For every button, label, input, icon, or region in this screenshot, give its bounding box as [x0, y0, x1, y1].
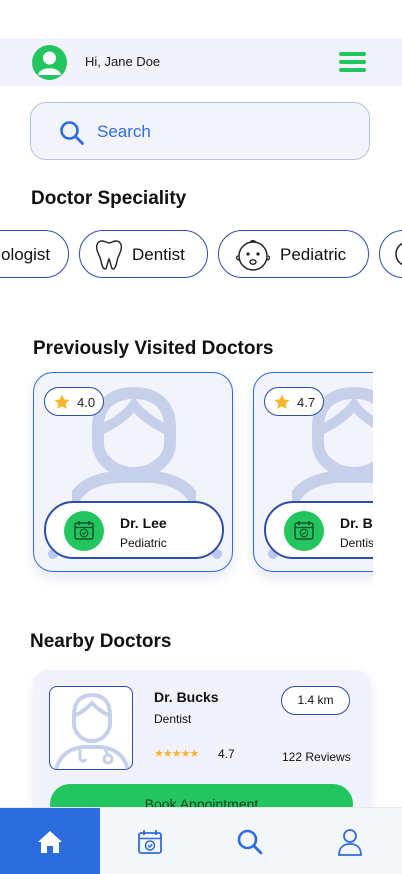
chip-label: Dentist — [132, 245, 185, 264]
calendar-button[interactable] — [64, 511, 104, 551]
rating-value: 4.0 — [77, 395, 96, 410]
nearby-doctors-title: Nearby Doctors — [30, 631, 172, 652]
doctor-speciality: Dentist — [154, 712, 192, 726]
doctor-name: Dr. Bucks — [154, 689, 219, 705]
speciality-chip-row[interactable]: ologist Dentist Pediatric — [0, 230, 402, 278]
speciality-title: Doctor Speciality — [31, 188, 187, 209]
bottom-navigation — [0, 807, 402, 874]
speciality-chip-dentist[interactable]: Dentist — [79, 230, 208, 278]
distance-badge: 1.4 km — [281, 686, 350, 715]
hamburger-menu-icon — [339, 52, 366, 56]
rating-badge: 4.7 — [264, 387, 324, 416]
nav-appointments[interactable] — [100, 808, 200, 874]
search-icon — [60, 121, 84, 145]
partial-chip-icon — [395, 242, 402, 266]
previous-doctors-title: Previously Visited Doctors — [33, 338, 274, 359]
doctor-stethoscope-icon — [54, 692, 130, 769]
rating-badge: 4.0 — [44, 387, 104, 416]
doctor-name: Dr. B — [340, 515, 373, 531]
doctor-photo — [49, 686, 133, 770]
menu-line — [339, 60, 366, 64]
doctor-card[interactable]: 4.0 Dr. Lee Pediatric — [33, 372, 233, 572]
home-icon — [38, 830, 62, 853]
star-rating-icon: ★★★★★ — [154, 748, 199, 760]
doctor-speciality: Dentis — [340, 536, 373, 550]
top-header: Hi, Jane Doe — [0, 38, 402, 86]
speciality-chip-cardiologist[interactable]: ologist — [0, 230, 69, 278]
nearby-doctor-card[interactable]: Dr. Bucks Dentist 1.4 km ★★★★★ 4.7 122 R… — [33, 670, 371, 830]
baby-icon — [235, 240, 271, 271]
menu-line — [339, 68, 366, 72]
reviews-count[interactable]: 122 Reviews — [282, 750, 351, 764]
rating-value: 4.7 — [218, 747, 235, 761]
chip-label: Pediatric — [280, 245, 347, 264]
previous-doctors-carousel[interactable]: 4.0 Dr. Lee Pediatric 4.7 Dr. B Dentis — [0, 372, 373, 592]
doctor-name: Dr. Lee — [120, 515, 167, 531]
tooth-icon — [95, 240, 123, 270]
rating-value: 4.7 — [297, 395, 316, 410]
calendar-check-icon — [294, 521, 314, 540]
nav-search[interactable] — [200, 808, 300, 874]
greeting-text: Hi, Jane Doe — [85, 54, 161, 69]
doctor-card[interactable]: 4.7 Dr. B Dentis — [253, 372, 373, 572]
speciality-chip-pediatric[interactable]: Pediatric — [218, 230, 369, 278]
speciality-chip-partial[interactable] — [379, 230, 402, 278]
user-icon — [38, 51, 61, 75]
doctor-name-pill[interactable]: Dr. Lee Pediatric — [44, 501, 224, 559]
nav-profile[interactable] — [300, 808, 400, 874]
search-bar[interactable] — [30, 102, 370, 160]
calendar-button[interactable] — [284, 511, 324, 551]
doctor-speciality: Pediatric — [120, 536, 167, 550]
calendar-icon — [138, 829, 162, 854]
star-icon — [274, 394, 290, 409]
doctor-name-pill[interactable]: Dr. B Dentis — [264, 501, 373, 559]
search-input[interactable] — [97, 119, 337, 145]
user-avatar[interactable] — [32, 45, 67, 80]
menu-button[interactable] — [339, 52, 366, 72]
star-icon — [54, 394, 70, 409]
calendar-check-icon — [74, 521, 94, 540]
search-icon — [237, 829, 263, 854]
chip-label: ologist — [1, 245, 51, 264]
nav-home[interactable] — [0, 808, 100, 874]
profile-icon — [338, 828, 362, 856]
